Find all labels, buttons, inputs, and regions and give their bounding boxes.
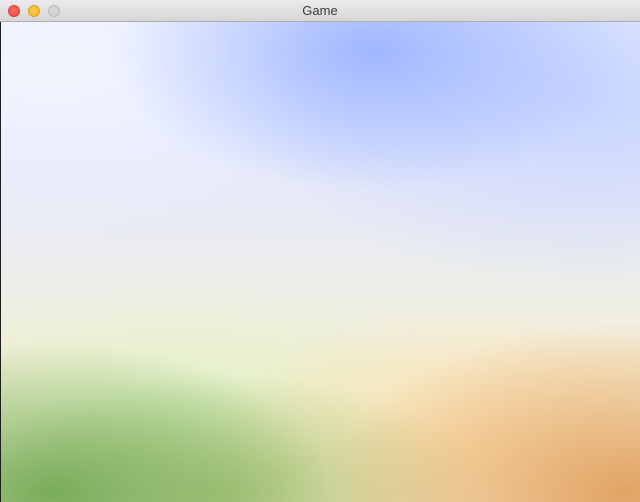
game-canvas[interactable] — [0, 22, 640, 502]
title-bar[interactable]: Game — [0, 0, 640, 22]
game-window: Game — [0, 0, 640, 502]
window-title: Game — [302, 3, 338, 18]
